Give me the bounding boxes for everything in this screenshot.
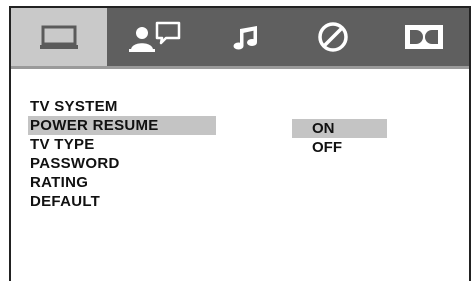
dolby-icon — [404, 23, 444, 51]
menu-item-tv-type[interactable]: TV TYPE — [28, 135, 216, 154]
tab-dolby-setup[interactable] — [378, 8, 469, 66]
menu-item-tv-system[interactable]: TV SYSTEM — [28, 97, 216, 116]
tab-bar — [11, 8, 469, 66]
tab-language-setup[interactable] — [107, 8, 203, 66]
option-off[interactable]: OFF — [292, 138, 387, 157]
settings-list: TV SYSTEM POWER RESUME TV TYPE PASSWORD … — [28, 97, 216, 211]
dvd-setup-menu: TV SYSTEM POWER RESUME TV TYPE PASSWORD … — [0, 0, 474, 281]
menu-item-power-resume[interactable]: POWER RESUME — [28, 116, 216, 135]
tv-screen-icon — [39, 22, 79, 52]
tab-audio-setup[interactable] — [203, 8, 288, 66]
menu-item-password[interactable]: PASSWORD — [28, 154, 216, 173]
menu-item-rating[interactable]: RATING — [28, 173, 216, 192]
option-on[interactable]: ON — [292, 119, 387, 138]
tab-preference-setup[interactable] — [288, 8, 378, 66]
menu-item-default[interactable]: DEFAULT — [28, 192, 216, 211]
person-speech-icon — [127, 20, 183, 54]
music-note-icon — [231, 22, 261, 52]
option-list: ON OFF — [292, 119, 387, 157]
tab-underline — [11, 66, 469, 69]
no-sign-icon — [315, 19, 351, 55]
tab-general-setup[interactable] — [11, 8, 107, 66]
